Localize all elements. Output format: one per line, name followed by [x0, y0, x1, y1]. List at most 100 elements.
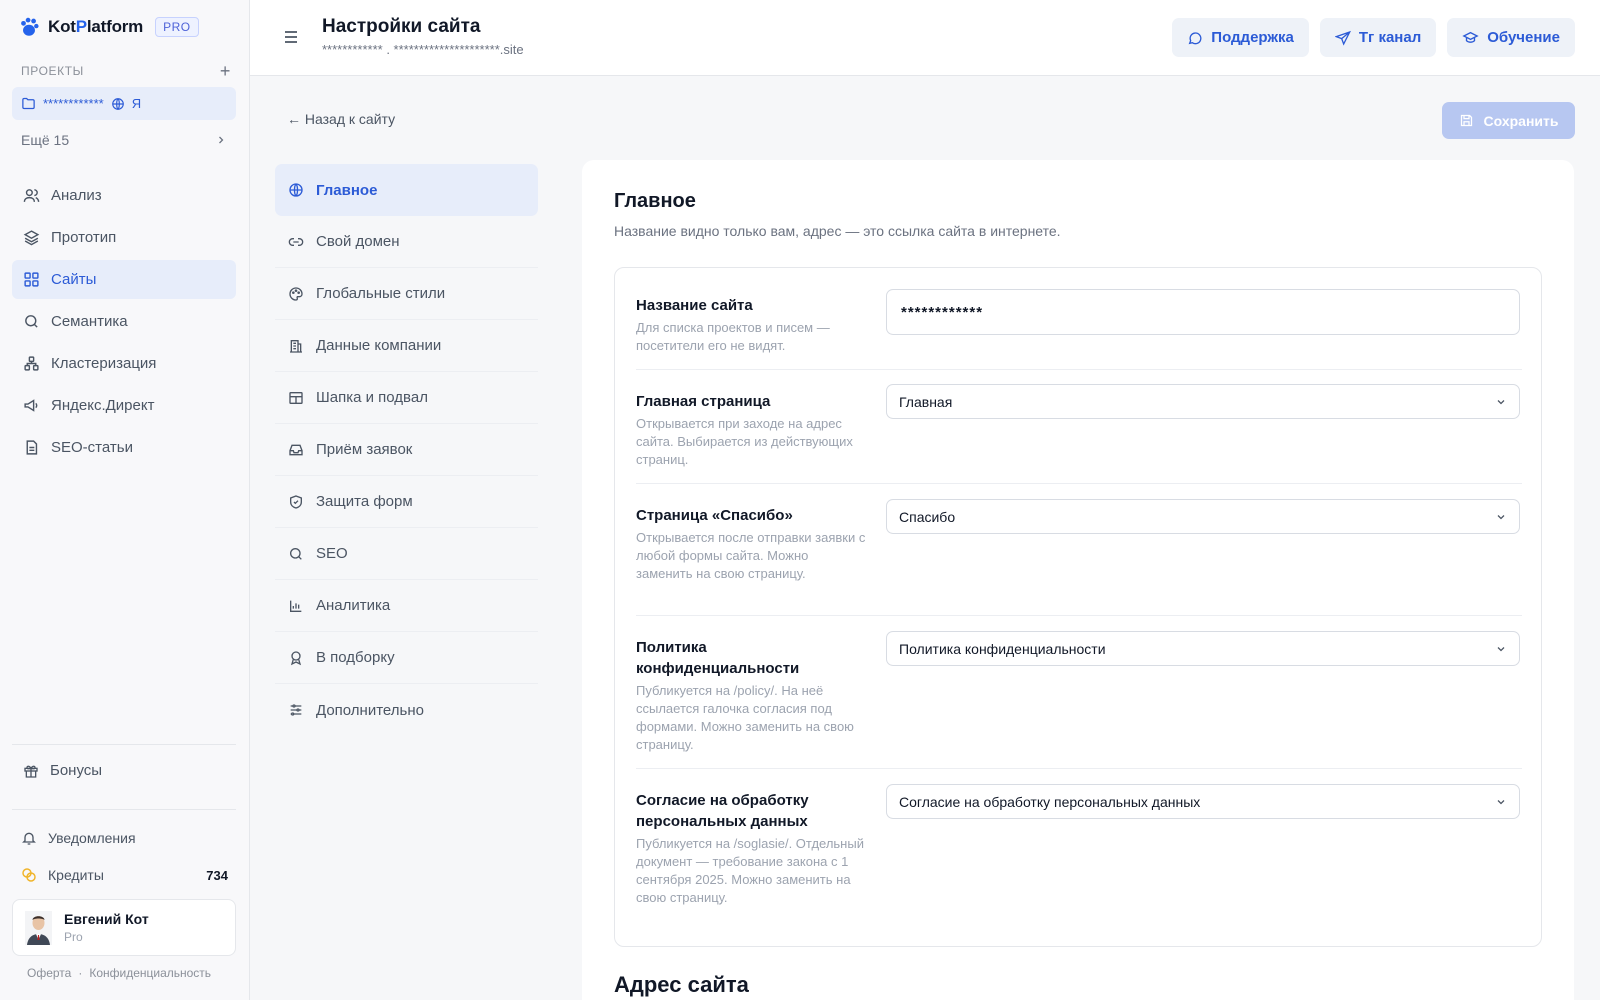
- menu-item-analytics[interactable]: Аналитика: [275, 580, 538, 632]
- select-value: Главная: [899, 393, 953, 410]
- avatar: [25, 910, 52, 945]
- globe-icon: [289, 183, 303, 197]
- bonus-link[interactable]: Бонусы: [23, 762, 102, 779]
- menu-item-styles[interactable]: Глобальные стили: [275, 268, 538, 320]
- save-button[interactable]: Сохранить: [1442, 102, 1575, 139]
- nav-item-clustering[interactable]: Кластеризация: [12, 344, 236, 383]
- field-hint: Открывается после отправки заявки с любо…: [636, 530, 866, 581]
- menu-label: Данные компании: [316, 337, 442, 354]
- settings-menu: Главное Свой домен Глобальные стили Данн…: [275, 164, 548, 736]
- offer-link[interactable]: Оферта: [27, 966, 71, 980]
- user-info: Евгений Кот Pro: [64, 911, 149, 944]
- privacy-policy-select[interactable]: Политика конфиденциальности: [886, 631, 1520, 666]
- more-projects[interactable]: Ещё 15: [21, 132, 227, 148]
- home-page-select[interactable]: Главная: [886, 384, 1520, 419]
- document-icon: [26, 440, 38, 455]
- current-project[interactable]: ************ Я: [12, 87, 236, 120]
- folder-icon: [22, 97, 35, 110]
- nav-item-sites[interactable]: Сайты: [12, 260, 236, 299]
- field-hint: Для списка проектов и писем — посетители…: [636, 320, 830, 353]
- more-projects-label: Ещё 15: [21, 132, 70, 148]
- menu-label: Глобальные стили: [316, 285, 446, 302]
- menu-item-main[interactable]: Главное: [275, 164, 538, 216]
- nav-label: Яндекс.Директ: [51, 397, 155, 414]
- add-project-button[interactable]: +: [220, 62, 231, 80]
- privacy-link[interactable]: Конфиденциальность: [89, 966, 211, 980]
- search-icon: [290, 547, 302, 560]
- select-value: Политика конфиденциальности: [899, 640, 1106, 657]
- save-icon: [1460, 114, 1472, 127]
- nav-label: Сайты: [51, 271, 97, 288]
- site-name-input[interactable]: ************: [886, 289, 1520, 335]
- back-to-site-link[interactable]: ← Назад к сайту: [287, 111, 395, 127]
- field-consent: Согласие на обработку персональных данны…: [636, 769, 1522, 947]
- grid-icon: [24, 272, 39, 287]
- field-label: Политика конфиденциальности: [636, 639, 800, 677]
- user-card[interactable]: Евгений Кот Pro: [12, 899, 236, 956]
- project-name: ************: [43, 96, 104, 111]
- building-icon: [290, 339, 302, 353]
- nav-label: Прототип: [51, 229, 117, 246]
- bonus-label: Бонусы: [50, 762, 103, 779]
- chat-icon: [1188, 31, 1202, 44]
- projects-heading-label: ПРОЕКТЫ: [21, 64, 84, 78]
- support-label: Поддержка: [1211, 29, 1294, 46]
- select-value: Спасибо: [899, 508, 956, 525]
- link-icon: [288, 237, 304, 246]
- cluster-icon: [24, 356, 39, 371]
- paw-logo-icon: [21, 17, 39, 36]
- logo[interactable]: KotPlatform PRO: [18, 16, 199, 38]
- consent-select[interactable]: Согласие на обработку персональных данны…: [886, 784, 1520, 819]
- menu-item-company[interactable]: Данные компании: [275, 320, 538, 372]
- layers-icon: [23, 230, 40, 246]
- nav-item-analysis[interactable]: Анализ: [12, 176, 236, 215]
- chevron-down-icon: [1497, 799, 1505, 804]
- award-icon: [290, 650, 302, 665]
- globe-icon: [111, 97, 124, 110]
- chart-icon: [290, 600, 302, 612]
- menu-item-advanced[interactable]: Дополнительно: [275, 684, 538, 736]
- sliders-icon: [290, 704, 302, 716]
- notifications-link[interactable]: Уведомления: [21, 830, 136, 846]
- telegram-button[interactable]: Тг канал: [1319, 18, 1437, 57]
- menu-item-seo[interactable]: SEO: [275, 528, 538, 580]
- nav-item-seo-articles[interactable]: SEO-статьи: [12, 428, 236, 467]
- section-title: Главное: [614, 190, 696, 212]
- field-privacy-policy: Политика конфиденциальности Публикуется …: [636, 616, 1522, 769]
- chevron-down-icon: [1497, 514, 1505, 519]
- field-home-page: Главная страница Открывается при заходе …: [636, 370, 1522, 484]
- nav-item-semantics[interactable]: Семантика: [12, 302, 236, 341]
- credits-row[interactable]: Кредиты 734: [21, 867, 228, 883]
- divider: [12, 744, 236, 745]
- chevron-down-icon: [1497, 646, 1505, 651]
- save-label: Сохранить: [1483, 112, 1559, 129]
- menu-icon[interactable]: [283, 30, 299, 44]
- pro-badge: PRO: [155, 17, 199, 37]
- user-plan: Pro: [64, 930, 83, 944]
- menu-item-leads[interactable]: Приём заявок: [275, 424, 538, 476]
- divider: [12, 809, 236, 810]
- field-site-name: Название сайта Для списка проектов и пис…: [636, 268, 1522, 370]
- menu-item-collection[interactable]: В подборку: [275, 632, 538, 684]
- section-description: Название видно только вам, адрес — это с…: [614, 223, 1061, 239]
- learning-button[interactable]: Обучение: [1447, 18, 1575, 57]
- support-button[interactable]: Поддержка: [1172, 18, 1309, 57]
- layout-icon: [289, 391, 303, 404]
- menu-item-form-protection[interactable]: Защита форм: [275, 476, 538, 528]
- header-actions: Поддержка Тг канал Обучение: [1172, 18, 1575, 57]
- chevron-down-icon: [1497, 399, 1505, 404]
- nav-item-prototype[interactable]: Прототип: [12, 218, 236, 257]
- menu-item-header-footer[interactable]: Шапка и подвал: [275, 372, 538, 424]
- graduation-cap-icon: [1462, 31, 1479, 43]
- page-title: Настройки сайта: [322, 16, 481, 37]
- megaphone-icon: [24, 399, 38, 412]
- thanks-page-select[interactable]: Спасибо: [886, 499, 1520, 534]
- site-address-section-title: Адрес сайта: [614, 972, 749, 997]
- menu-label: Главное: [316, 181, 378, 199]
- nav-item-yandex-direct[interactable]: Яндекс.Директ: [12, 386, 236, 425]
- brand-name: KotPlatform: [48, 17, 144, 36]
- field-hint: Публикуется на /policy/. На неё ссылаетс…: [636, 683, 854, 752]
- user-name: Евгений Кот: [64, 911, 149, 927]
- yandex-badge: Я: [131, 96, 142, 111]
- menu-item-domain[interactable]: Свой домен: [275, 216, 538, 268]
